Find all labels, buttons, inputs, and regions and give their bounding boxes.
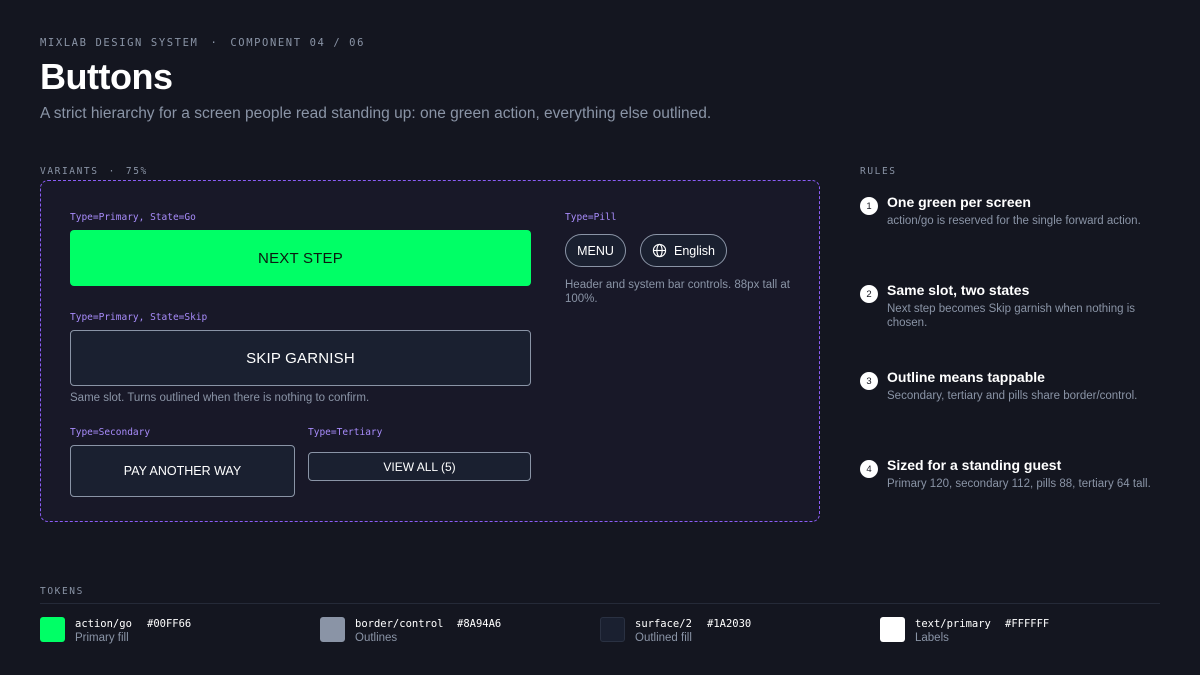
variants-separator: ·	[108, 166, 116, 177]
globe-icon	[652, 243, 667, 258]
rule-number: 1	[860, 197, 878, 215]
token-description: Outlines	[355, 632, 398, 644]
token-description: Primary fill	[75, 632, 129, 644]
rule-description: Secondary, tertiary and pills share bord…	[887, 390, 1138, 402]
rule-title: Sized for a standing guest	[887, 457, 1062, 473]
language-pill-button[interactable]: English	[640, 234, 727, 267]
rule-number: 2	[860, 285, 878, 303]
token-name: action/go	[75, 618, 132, 630]
token-name: text/primary	[915, 618, 991, 630]
brand-label: MIXLAB DESIGN SYSTEM	[40, 37, 199, 49]
rule-number: 3	[860, 372, 878, 390]
tokens-section-label: TOKENS	[40, 586, 84, 597]
component-counter: COMPONENT 04 / 06	[230, 37, 366, 49]
rule-title: One green per screen	[887, 194, 1031, 210]
skip-garnish-button[interactable]: SKIP GARNISH	[70, 330, 531, 386]
tokens-divider	[40, 603, 1160, 604]
token-hex: #1A2030	[707, 618, 752, 630]
variant-label-tertiary: Type=Tertiary	[308, 427, 383, 438]
language-label: English	[674, 243, 715, 258]
page-title: Buttons	[40, 56, 173, 97]
eyebrow: MIXLAB DESIGN SYSTEM · COMPONENT 04 / 06	[40, 37, 365, 49]
next-step-button[interactable]: NEXT STEP	[70, 230, 531, 286]
rule-description: Primary 120, secondary 112, pills 88, te…	[887, 478, 1151, 490]
rule-title: Same slot, two states	[887, 282, 1030, 298]
token-name: border/control	[355, 618, 444, 630]
rules-section-label: RULES	[860, 166, 897, 177]
rule-description: Next step becomes Skip garnish when noth…	[887, 303, 1136, 329]
rule-description: action/go is reserved for the single for…	[887, 215, 1141, 227]
page-subtitle: A strict hierarchy for a screen people r…	[40, 105, 712, 122]
token-description: Labels	[915, 632, 949, 644]
variants-frame: Type=Primary, State=Go NEXT STEP Type=Pr…	[40, 180, 820, 522]
view-all-button[interactable]: VIEW ALL (5)	[308, 452, 531, 481]
token-hex: #00FF66	[147, 618, 192, 630]
variant-label-primary-skip: Type=Primary, State=Skip	[70, 312, 208, 323]
variant-label-secondary: Type=Secondary	[70, 427, 151, 438]
token-swatch	[40, 617, 65, 642]
eyebrow-separator: ·	[210, 37, 219, 49]
token-description: Outlined fill	[635, 632, 692, 644]
token-swatch	[880, 617, 905, 642]
variant-label-primary-go: Type=Primary, State=Go	[70, 212, 196, 223]
menu-pill-button[interactable]: MENU	[565, 234, 626, 267]
token-hex: #FFFFFF	[1005, 618, 1050, 630]
zoom-level: 75%	[125, 166, 148, 177]
variants-section-label: VARIANTS · 75%	[40, 166, 148, 177]
rule-title: Outline means tappable	[887, 369, 1045, 385]
variants-label: VARIANTS	[40, 166, 99, 177]
skip-note: Same slot. Turns outlined when there is …	[70, 392, 370, 404]
pill-note: Header and system bar controls. 88px tal…	[565, 279, 791, 305]
token-swatch	[600, 617, 625, 642]
pay-another-way-button[interactable]: PAY ANOTHER WAY	[70, 445, 295, 497]
token-name: surface/2	[635, 618, 692, 630]
token-swatch	[320, 617, 345, 642]
rule-number: 4	[860, 460, 878, 478]
token-hex: #8A94A6	[457, 618, 502, 630]
variant-label-pill: Type=Pill	[565, 212, 617, 223]
